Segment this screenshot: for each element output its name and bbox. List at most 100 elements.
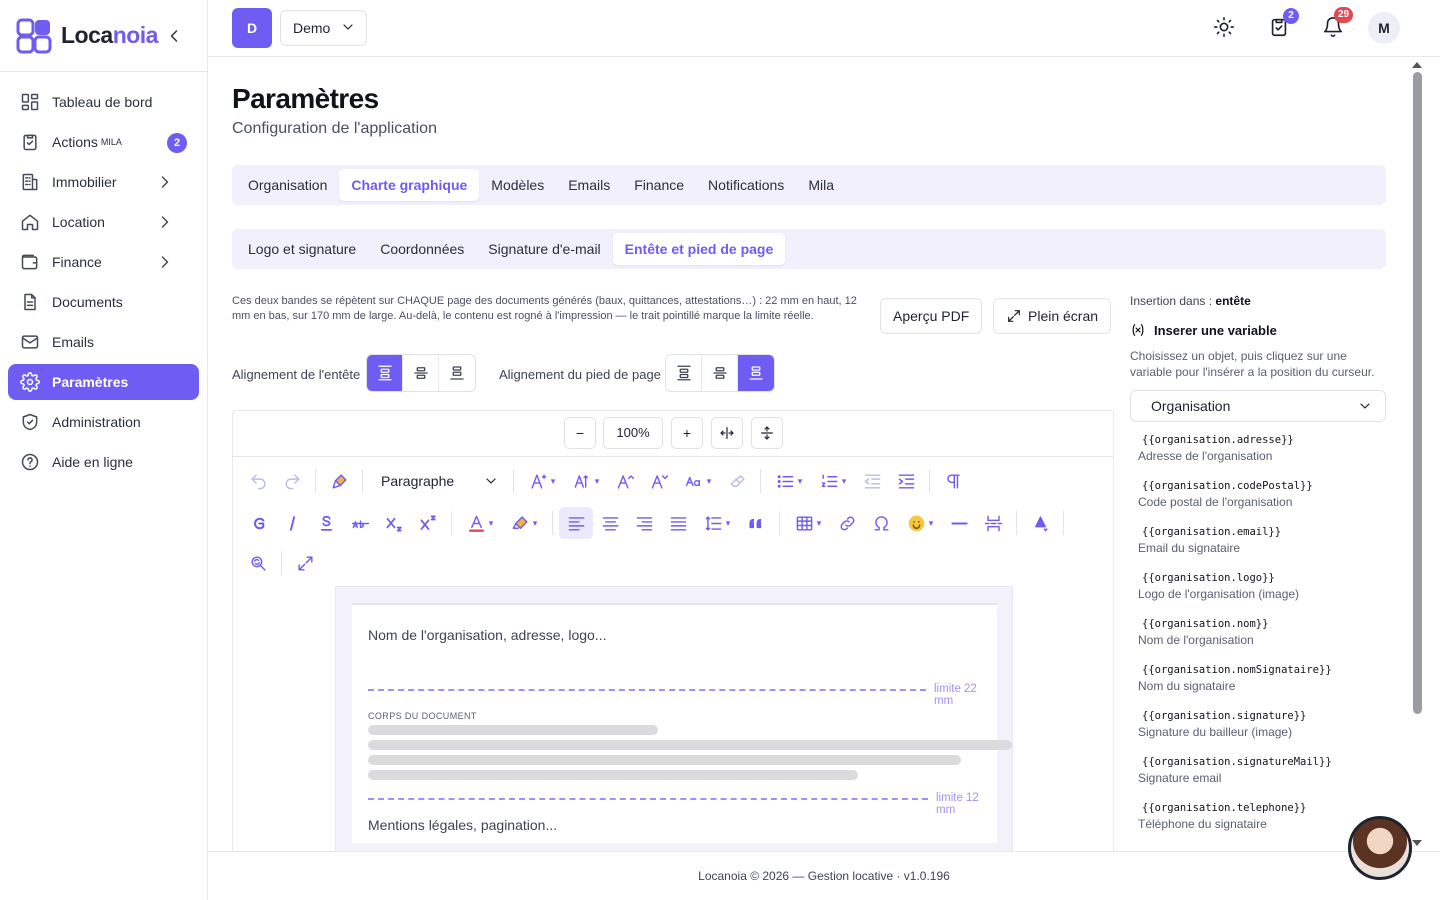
variable-item[interactable]: {{organisation.codePostal}} Code postal d… xyxy=(1138,480,1386,526)
tab-organisation[interactable]: Organisation xyxy=(236,169,339,201)
line-height-button[interactable]: ▾ xyxy=(695,507,739,539)
header-align-top-button[interactable] xyxy=(367,355,403,391)
tab-modeles[interactable]: Modèles xyxy=(479,169,556,201)
decrease-font-button[interactable] xyxy=(642,465,676,497)
special-char-button[interactable] xyxy=(864,507,898,539)
align-left-button[interactable] xyxy=(559,507,593,539)
subtab-entete-pied[interactable]: Entête et pied de page xyxy=(612,233,786,265)
underline-button[interactable] xyxy=(309,507,343,539)
increase-font-button[interactable] xyxy=(608,465,642,497)
insert-table-button[interactable]: ▾ xyxy=(786,507,830,539)
insert-link-button[interactable] xyxy=(830,507,864,539)
tab-mila[interactable]: Mila xyxy=(796,169,846,201)
paragraph-style-select[interactable]: Paragraphe xyxy=(369,465,507,497)
highlight-color-button[interactable]: ▾ xyxy=(502,507,546,539)
topbar: D Demo 2 29 M xyxy=(208,0,1440,57)
outdent-button[interactable] xyxy=(855,465,889,497)
align-justify-button[interactable] xyxy=(661,507,695,539)
variable-item[interactable]: {{organisation.nomSignataire}} Nom du sig… xyxy=(1138,664,1386,710)
footer-align-top-button[interactable] xyxy=(666,355,702,391)
sidebar-item-immobilier[interactable]: Immobilier xyxy=(8,164,199,200)
italic-button[interactable] xyxy=(275,507,309,539)
body-placeholder-line xyxy=(368,755,961,765)
subtab-signature-email[interactable]: Signature d'e-mail xyxy=(476,233,612,265)
zoom-in-button[interactable]: + xyxy=(671,417,703,449)
sidebar-item-administration[interactable]: Administration xyxy=(8,404,199,440)
variable-item[interactable]: {{organisation.signatureMail}} Signature … xyxy=(1138,756,1386,802)
fit-height-button[interactable] xyxy=(751,417,783,449)
preview-pdf-button[interactable]: Aperçu PDF xyxy=(880,298,983,334)
font-size-button[interactable]: ▾ xyxy=(564,465,608,497)
header-editable-area[interactable]: Nom de l'organisation, adresse, logo... xyxy=(368,627,606,643)
variable-item[interactable]: {{organisation.logo}} Logo de l'organisat… xyxy=(1138,572,1386,618)
variable-icon xyxy=(1132,324,1144,336)
font-family-button[interactable]: ▾ xyxy=(520,465,564,497)
sun-icon[interactable] xyxy=(1213,16,1235,38)
find-replace-button[interactable] xyxy=(241,547,275,579)
zoom-out-button[interactable]: − xyxy=(564,417,596,449)
workspace-select[interactable]: Demo xyxy=(280,10,367,46)
scroll-down-arrow[interactable] xyxy=(1412,840,1422,846)
horizontal-rule-button[interactable] xyxy=(942,507,976,539)
workspace-avatar[interactable]: D xyxy=(232,8,272,48)
subtab-logo-signature[interactable]: Logo et signature xyxy=(236,233,368,265)
tab-notifications[interactable]: Notifications xyxy=(696,169,796,201)
show-blocks-button[interactable] xyxy=(936,465,970,497)
sidebar-item-actions[interactable]: Actions MILA 2 xyxy=(8,124,199,160)
object-select[interactable]: Organisation xyxy=(1130,390,1386,422)
sidebar-item-location[interactable]: Location xyxy=(8,204,199,240)
fullscreen-button[interactable]: Plein écran xyxy=(993,298,1112,334)
variable-item[interactable]: {{organisation.adresse}} Adresse de l'org… xyxy=(1138,434,1386,480)
page-break-button[interactable] xyxy=(976,507,1010,539)
sidebar-item-documents[interactable]: Documents xyxy=(8,284,199,320)
sidebar-item-finance[interactable]: Finance xyxy=(8,244,199,280)
variable-item[interactable]: {{organisation.signature}} Signature du b… xyxy=(1138,710,1386,756)
header-align-center-button[interactable] xyxy=(403,355,439,391)
tab-charte-graphique[interactable]: Charte graphique xyxy=(339,169,480,201)
bullet-list-button[interactable]: ▾ xyxy=(767,465,811,497)
footer-align-bottom-button[interactable] xyxy=(738,355,774,391)
superscript-button[interactable] xyxy=(411,507,445,539)
redo-button[interactable] xyxy=(275,465,309,497)
insertion-target-value: entête xyxy=(1215,294,1251,308)
format-painter-button[interactable] xyxy=(322,465,356,497)
sidebar-item-dashboard[interactable]: Tableau de bord xyxy=(8,84,199,120)
editor-fullscreen-button[interactable] xyxy=(288,547,322,579)
align-right-button[interactable] xyxy=(627,507,661,539)
assistant-avatar[interactable] xyxy=(1348,816,1412,880)
subscript-button[interactable] xyxy=(377,507,411,539)
fill-color-button[interactable] xyxy=(1023,507,1057,539)
tab-emails[interactable]: Emails xyxy=(556,169,622,201)
toolbar-separator xyxy=(1063,511,1064,535)
numbered-list-button[interactable]: ▾ xyxy=(811,465,855,497)
clear-format-button[interactable] xyxy=(720,465,754,497)
align-center-button[interactable] xyxy=(593,507,627,539)
header-align-bottom-button[interactable] xyxy=(439,355,475,391)
sidebar-item-aide[interactable]: Aide en ligne xyxy=(8,444,199,480)
sidebar-item-label: Tableau de bord xyxy=(52,94,153,110)
sidebar-item-parametres[interactable]: Paramètres xyxy=(8,364,199,400)
fit-width-button[interactable] xyxy=(711,417,743,449)
chevron-left-icon[interactable] xyxy=(164,26,184,46)
scroll-up-arrow[interactable] xyxy=(1412,62,1422,68)
gear-icon xyxy=(20,372,40,392)
tab-finance[interactable]: Finance xyxy=(622,169,696,201)
footer-align-center-button[interactable] xyxy=(702,355,738,391)
blockquote-button[interactable] xyxy=(739,507,773,539)
variable-item[interactable]: {{organisation.nom}} Nom de l'organisatio… xyxy=(1138,618,1386,664)
strikethrough-button[interactable] xyxy=(343,507,377,539)
text-case-button[interactable]: ▾ xyxy=(676,465,720,497)
sidebar-item-label: Paramètres xyxy=(52,374,129,390)
emoji-button[interactable]: ▾ xyxy=(898,507,942,539)
sidebar-item-emails[interactable]: Emails xyxy=(8,324,199,360)
undo-button[interactable] xyxy=(241,465,275,497)
user-avatar[interactable]: M xyxy=(1368,12,1400,44)
scrollbar-thumb[interactable] xyxy=(1413,72,1422,714)
subtab-coordonnees[interactable]: Coordonnées xyxy=(368,233,476,265)
text-color-button[interactable]: ▾ xyxy=(458,507,502,539)
bold-button[interactable] xyxy=(241,507,275,539)
zoom-level[interactable]: 100% xyxy=(603,417,663,449)
indent-button[interactable] xyxy=(889,465,923,497)
variable-item[interactable]: {{organisation.email}} Email du signatair… xyxy=(1138,526,1386,572)
footer-editable-area[interactable]: Mentions légales, pagination... xyxy=(368,817,557,833)
